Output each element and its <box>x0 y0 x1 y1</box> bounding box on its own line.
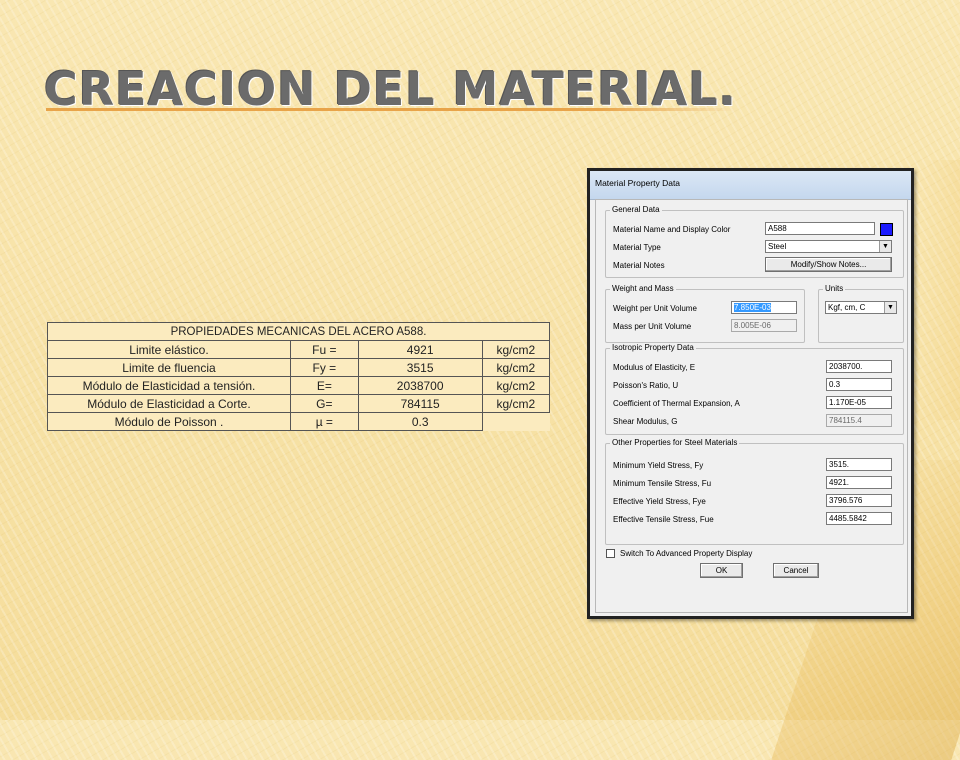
shear-modulus-label: Shear Modulus, G <box>613 417 678 426</box>
modify-notes-button[interactable]: Modify/Show Notes... <box>765 257 892 272</box>
weight-field[interactable]: 7.850E-03 <box>731 301 797 314</box>
units-dropdown[interactable]: Kgf, cm, C ▼ <box>825 301 897 314</box>
property-unit <box>481 412 550 431</box>
table-row: Módulo de Poisson . µ = 0.3 <box>47 412 550 431</box>
material-name-field[interactable]: A588 <box>765 222 875 235</box>
material-type-value: Steel <box>768 242 787 251</box>
property-symbol: Fy = <box>289 358 359 377</box>
advanced-display-label: Switch To Advanced Property Display <box>620 549 753 558</box>
shear-modulus-field: 784115.4 <box>826 414 892 427</box>
group-label: General Data <box>610 205 662 214</box>
property-name: Limite elástico. <box>47 340 291 359</box>
fy-field[interactable]: 3515. <box>826 458 892 471</box>
fye-label: Effective Yield Stress, Fye <box>613 497 706 506</box>
fu-field[interactable]: 4921. <box>826 476 892 489</box>
poisson-field[interactable]: 0.3 <box>826 378 892 391</box>
modulus-label: Modulus of Elasticity, E <box>613 363 696 372</box>
group-label: Isotropic Property Data <box>610 343 696 352</box>
table-caption-row: PROPIEDADES MECANICAS DEL ACERO A588. <box>47 322 550 341</box>
dialog-titlebar[interactable]: Material Property Data <box>590 171 911 200</box>
property-value: 784115 <box>357 394 483 413</box>
mass-label: Mass per Unit Volume <box>613 322 692 331</box>
ok-button[interactable]: OK <box>700 563 743 578</box>
material-notes-label: Material Notes <box>613 261 665 270</box>
property-unit: kg/cm2 <box>481 376 551 395</box>
material-name-label: Material Name and Display Color <box>613 225 731 234</box>
property-unit: kg/cm2 <box>481 358 551 377</box>
material-property-dialog: Material Property Data General Data Mate… <box>587 168 914 619</box>
background-decoration <box>920 160 960 420</box>
property-symbol: Fu = <box>289 340 359 359</box>
advanced-display-checkbox[interactable] <box>606 549 615 558</box>
weight-mass-group: Weight and Mass Weight per Unit Volume 7… <box>605 284 805 343</box>
table-row: Limite de fluencia Fy = 3515 kg/cm2 <box>47 358 551 377</box>
isotropic-group: Isotropic Property Data Modulus of Elast… <box>605 343 904 435</box>
fue-label: Effective Tensile Stress, Fue <box>613 515 714 524</box>
table-caption: PROPIEDADES MECANICAS DEL ACERO A588. <box>47 322 550 341</box>
property-unit: kg/cm2 <box>481 394 551 413</box>
thermal-expansion-label: Coefficient of Thermal Expansion, A <box>613 399 740 408</box>
group-label: Units <box>823 284 846 293</box>
property-value: 0.3 <box>357 412 483 431</box>
property-value: 3515 <box>357 358 483 377</box>
fue-field[interactable]: 4485.5842 <box>826 512 892 525</box>
units-group: Units Kgf, cm, C ▼ <box>818 284 904 343</box>
general-data-group: General Data Material Name and Display C… <box>605 205 904 278</box>
material-type-label: Material Type <box>613 243 661 252</box>
chevron-down-icon[interactable]: ▼ <box>879 241 891 252</box>
units-value: Kgf, cm, C <box>828 303 866 312</box>
fu-label: Minimum Tensile Stress, Fu <box>613 479 712 488</box>
weight-label: Weight per Unit Volume <box>613 304 697 313</box>
property-name: Módulo de Elasticidad a tensión. <box>47 376 291 395</box>
title-underline <box>46 108 736 111</box>
dialog-body: General Data Material Name and Display C… <box>595 199 908 613</box>
table-row: Módulo de Elasticidad a tensión. E= 2038… <box>47 376 551 395</box>
property-unit: kg/cm2 <box>481 340 551 359</box>
material-type-dropdown[interactable]: Steel ▼ <box>765 240 892 253</box>
cancel-button[interactable]: Cancel <box>773 563 819 578</box>
table-row: Módulo de Elasticidad a Corte. G= 784115… <box>47 394 551 413</box>
property-symbol: G= <box>289 394 359 413</box>
property-name: Módulo de Elasticidad a Corte. <box>47 394 291 413</box>
property-symbol: E= <box>289 376 359 395</box>
dialog-title: Material Property Data <box>595 178 681 188</box>
poisson-label: Poisson's Ratio, U <box>613 381 679 390</box>
fye-field[interactable]: 3796.576 <box>826 494 892 507</box>
chevron-down-icon[interactable]: ▼ <box>884 302 896 313</box>
display-color-swatch[interactable] <box>880 223 893 236</box>
modulus-field[interactable]: 2038700. <box>826 360 892 373</box>
property-value: 4921 <box>357 340 483 359</box>
property-symbol: µ = <box>289 412 359 431</box>
group-label: Weight and Mass <box>610 284 676 293</box>
fy-label: Minimum Yield Stress, Fy <box>613 461 704 470</box>
properties-table: PROPIEDADES MECANICAS DEL ACERO A588. Li… <box>47 322 551 431</box>
mass-field: 8.005E-06 <box>731 319 797 332</box>
table-row: Limite elástico. Fu = 4921 kg/cm2 <box>47 340 551 359</box>
property-name: Módulo de Poisson . <box>47 412 291 431</box>
group-label: Other Properties for Steel Materials <box>610 438 740 447</box>
thermal-expansion-field[interactable]: 1.170E-05 <box>826 396 892 409</box>
property-value: 2038700 <box>357 376 483 395</box>
steel-properties-group: Other Properties for Steel Materials Min… <box>605 438 904 545</box>
weight-value: 7.850E-03 <box>734 303 771 312</box>
property-name: Limite de fluencia <box>47 358 291 377</box>
